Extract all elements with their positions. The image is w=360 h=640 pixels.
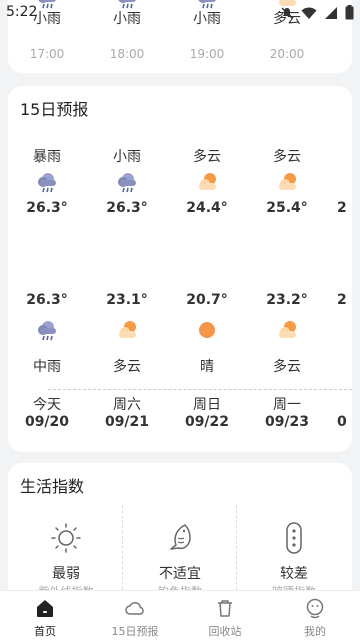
tab-forecast15[interactable]: 15日预报	[90, 591, 180, 640]
life-value: 不适宜	[159, 566, 201, 582]
low-temp-partial: 2	[337, 292, 347, 308]
hourly-time: 17:00	[29, 47, 65, 61]
partly-cloudy-icon	[119, 321, 136, 338]
tab-label: 回收站	[208, 625, 242, 638]
mute-icon	[281, 7, 293, 18]
night-condition: 中雨	[33, 359, 61, 375]
weekday: 周日	[193, 397, 221, 413]
hourly-time: 19:00	[189, 47, 225, 61]
heavy-rain-icon	[37, 172, 57, 193]
weekday: 周六	[113, 397, 141, 413]
day-condition: 暴雨	[33, 149, 61, 165]
life-item-drying[interactable]: 较差 晾晒指数	[236, 503, 352, 603]
dry-icon	[286, 522, 302, 554]
cloud-icon	[125, 601, 144, 615]
date: 09/23	[264, 414, 310, 430]
tab-label: 我的	[304, 625, 326, 638]
low-temp: 26.3°	[26, 292, 68, 308]
date-partial: 0	[337, 414, 347, 430]
tab-recycle-bin[interactable]: 回收站	[180, 591, 270, 640]
battery-icon	[345, 5, 354, 20]
forecast-15-card: 15日预报 暴雨 26.3° 26.3° 中雨 今天 09/20 小雨 26.3…	[8, 86, 352, 452]
high-temp: 24.4°	[186, 200, 228, 216]
partly-cloudy-icon	[199, 173, 216, 190]
weekday: 周一	[273, 397, 301, 413]
hourly-time: 18:00	[109, 47, 145, 61]
high-temp-partial: 2	[337, 200, 347, 216]
date: 09/22	[184, 414, 230, 430]
low-temp: 23.1°	[106, 292, 148, 308]
sun-icon	[199, 322, 215, 338]
tab-label: 15日预报	[111, 625, 159, 638]
rain-cloud-icon	[37, 320, 57, 341]
status-icons	[280, 5, 354, 20]
signal-icon	[325, 6, 337, 19]
sun-icon	[51, 523, 81, 553]
status-bar: 5:22	[0, 0, 360, 26]
partly-cloudy-icon	[279, 173, 296, 190]
divider	[48, 389, 352, 390]
night-condition: 多云	[273, 359, 301, 375]
wifi-icon	[301, 7, 317, 19]
high-temp: 26.3°	[106, 200, 148, 216]
day-condition: 多云	[193, 149, 221, 165]
tab-home[interactable]: 首页	[0, 591, 90, 640]
weekday: 今天	[33, 397, 61, 413]
tab-profile[interactable]: 我的	[270, 591, 360, 640]
life-value: 较差	[280, 566, 308, 582]
forecast-day[interactable]: 小雨 26.3° 23.1° 多云 周六 09/21	[97, 146, 157, 436]
day-condition: 小雨	[113, 149, 141, 165]
partly-cloudy-icon	[279, 321, 296, 338]
night-condition: 多云	[113, 359, 141, 375]
status-time: 5:22	[6, 4, 38, 20]
forecast-15-title: 15日预报	[20, 100, 89, 119]
fish-icon	[170, 524, 191, 550]
life-item-fishing[interactable]: 不适宜 钓鱼指数	[122, 503, 238, 603]
bottom-tab-bar: 首页 15日预报 回收站 我的	[0, 590, 360, 640]
night-condition: 晴	[200, 359, 214, 375]
forecast-day[interactable]: 暴雨 26.3° 26.3° 中雨 今天 09/20	[17, 146, 77, 436]
low-temp: 20.7°	[186, 292, 228, 308]
forecast-day[interactable]: 多云 24.4° 20.7° 晴 周日 09/22	[177, 146, 237, 436]
trash-icon	[218, 600, 232, 617]
date: 09/20	[24, 414, 70, 430]
forecast-day-partial[interactable]: 2 2 0	[337, 146, 352, 436]
tab-label: 首页	[34, 625, 56, 638]
high-temp: 25.4°	[266, 200, 308, 216]
life-index-title: 生活指数	[20, 477, 85, 496]
low-temp: 23.2°	[266, 292, 308, 308]
life-item-uv[interactable]: 最弱 紫外线指数	[8, 503, 124, 603]
home-icon	[37, 600, 53, 617]
profile-icon	[306, 598, 324, 619]
forecast-day[interactable]: 多云 25.4° 23.2° 多云 周一 09/23	[257, 146, 317, 436]
high-temp: 26.3°	[26, 200, 68, 216]
hourly-time: 20:00	[269, 47, 305, 61]
date: 09/21	[104, 414, 150, 430]
life-value: 最弱	[52, 566, 80, 582]
rain-cloud-icon	[117, 172, 137, 193]
day-condition: 多云	[273, 149, 301, 165]
